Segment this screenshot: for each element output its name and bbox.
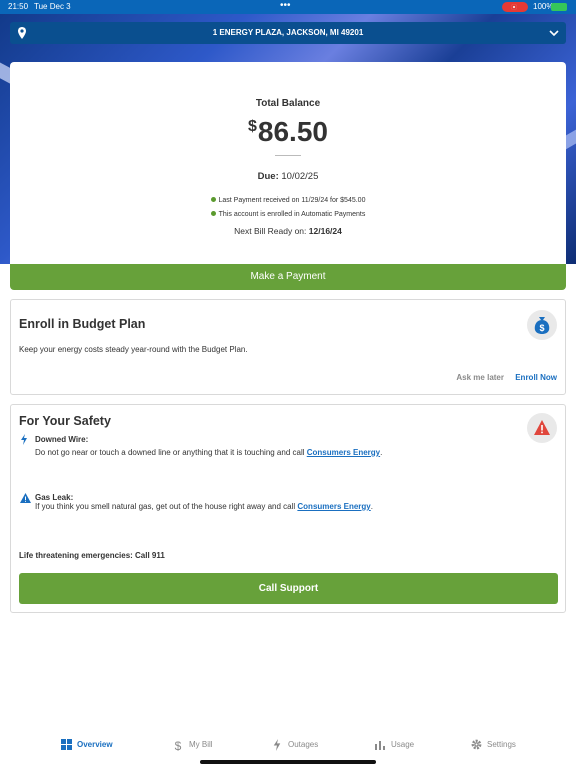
budget-plan-title: Enroll in Budget Plan [19,317,146,331]
balance-title: Total Balance [255,98,321,109]
downed-wire-body: Do not go near or touch a downed line or… [35,448,305,457]
grid-icon [61,739,72,750]
chevron-down-icon [549,30,559,37]
budget-plan-card: Enroll in Budget Plan $ Keep your energy… [10,299,566,395]
due-value: 10/02/25 [281,171,319,182]
multitask-dots[interactable]: ••• [280,0,291,12]
status-bar: 21:50 Tue Dec 3 ••• 100% [0,0,576,14]
gas-leak-text: If you think you smell natural gas, get … [35,502,373,511]
tab-label: Outages [288,740,319,749]
home-indicator[interactable] [200,760,376,764]
gas-leak-body: If you think you smell natural gas, get … [35,502,296,511]
tab-label: Settings [487,740,516,749]
lightning-bolt-icon [21,434,27,445]
svg-text:$: $ [539,323,544,333]
gas-leak-title: Gas Leak: [35,493,74,502]
make-payment-button[interactable]: Make a Payment [10,264,566,290]
downed-wire-title: Downed Wire: [35,435,89,444]
address-text: 1 ENERGY PLAZA, JACKSON, MI 49201 [212,28,364,37]
warning-icon [527,413,557,443]
tab-label: Usage [391,740,415,749]
tab-my-bill[interactable]: $ My Bill [173,733,233,757]
last-payment-text: Last Payment received on 11/29/24 for $5… [218,197,366,204]
status-dot-icon [210,211,216,216]
due-label: Due: [257,171,279,182]
divider [275,155,301,156]
bolt-icon [273,739,281,751]
budget-plan-description: Keep your energy costs steady year-round… [19,345,248,354]
location-pin-icon [18,27,26,39]
bottom-tab-bar: Overview $ My Bill Outages Usage Setting… [0,733,576,757]
tab-settings[interactable]: Settings [471,733,531,757]
tab-outages[interactable]: Outages [272,733,332,757]
downed-wire-text: Do not go near or touch a downed line or… [35,448,383,457]
tab-label: Overview [77,740,113,749]
tab-usage[interactable]: Usage [375,733,425,757]
bar-chart-icon [375,741,385,750]
warning-triangle-icon [20,493,31,503]
ask-me-later-button[interactable]: Ask me later [456,373,504,382]
address-selector[interactable]: 1 ENERGY PLAZA, JACKSON, MI 49201 [10,22,566,44]
safety-title: For Your Safety [19,414,111,428]
battery-icon [551,3,567,11]
balance-card: Total Balance $86.50 Due: 10/02/25 Last … [10,62,566,264]
status-time: 21:50 [8,2,29,11]
money-bag-icon: $ [527,310,557,340]
consumers-energy-link[interactable]: Consumers Energy [307,448,380,457]
autopay-text: This account is enrolled in Automatic Pa… [218,211,366,218]
svg-text:$: $ [175,739,182,751]
tab-overview[interactable]: Overview [61,733,131,757]
emergency-note: Life threatening emergencies: Call 911 [19,551,165,560]
next-bill: Next Bill Ready on: 12/16/24 [10,226,566,236]
balance-amount: $86.50 [10,116,566,148]
amount-value: 86.50 [257,116,328,147]
next-bill-label: Next Bill Ready on: [234,226,307,236]
consumers-energy-link[interactable]: Consumers Energy [297,502,370,511]
status-date: Tue Dec 3 [34,2,71,11]
call-support-button[interactable]: Call Support [19,573,558,604]
enroll-now-button[interactable]: Enroll Now [515,373,557,382]
screen-record-icon [502,2,528,12]
last-payment-note: Last Payment received on 11/29/24 for $5… [10,197,566,204]
status-dot-icon [210,197,216,202]
autopay-note: This account is enrolled in Automatic Pa… [10,211,566,218]
safety-card: For Your Safety Downed Wire: Do not go n… [10,404,566,613]
currency-symbol: $ [248,118,257,135]
gear-icon [471,739,482,750]
tab-label: My Bill [189,740,213,749]
next-bill-date: 12/16/24 [308,226,342,236]
dollar-icon: $ [175,739,182,751]
due-date: Due: 10/02/25 [10,171,566,182]
